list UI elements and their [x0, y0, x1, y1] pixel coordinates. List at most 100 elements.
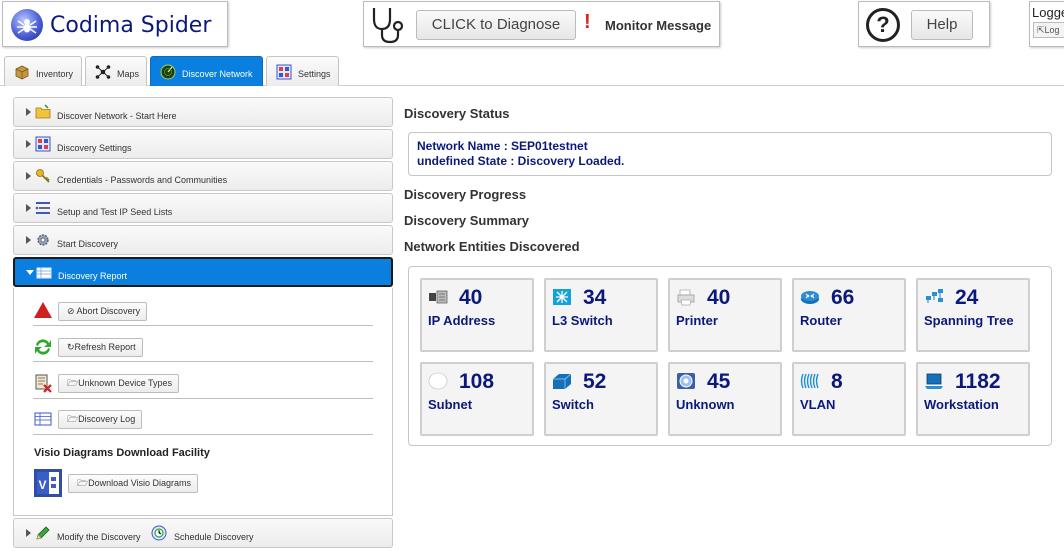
vlan-icon [800, 373, 819, 389]
download-visio-label: Download Visio Diagrams [88, 478, 192, 488]
entity-count: 8 [831, 370, 843, 393]
entity-card-workstation[interactable]: 1182 Workstation [916, 362, 1030, 436]
cancel-circle-icon: ⊘ [67, 306, 77, 316]
entity-count: 34 [583, 286, 607, 309]
entity-card-switch[interactable]: 52 Switch [544, 362, 658, 436]
alert-icon: ! [584, 11, 591, 33]
refresh-report-button[interactable]: ↻Refresh Report [58, 338, 143, 357]
warning-triangle-icon [34, 302, 52, 318]
accordion-credentials[interactable]: Credentials - Passwords and Communities [13, 161, 393, 191]
login-box: Logge ⇱Log [1029, 1, 1064, 47]
switch-icon [553, 373, 572, 389]
tab-settings[interactable]: Settings [266, 56, 339, 86]
list-icon [35, 202, 50, 214]
subnet-icon [428, 372, 448, 390]
discovery-progress-title[interactable]: Discovery Progress [404, 187, 526, 202]
refresh-report-label: Refresh Report [74, 342, 136, 352]
discovery-summary-title[interactable]: Discovery Summary [404, 213, 529, 228]
unknown-device-types-button[interactable]: 🗁Unknown Device Types [58, 374, 180, 393]
abort-discovery-button[interactable]: ⊘ Abort Discovery [58, 302, 148, 321]
download-visio-button[interactable]: 🗁Download Visio Diagrams [68, 474, 199, 493]
entity-card-vlan[interactable]: 8 VLAN [792, 362, 906, 436]
entity-count: 24 [955, 286, 979, 309]
entity-label: IP Address [428, 313, 496, 328]
accordion-discovery-settings[interactable]: Discovery Settings [13, 129, 393, 159]
network-nodes-icon [95, 65, 111, 79]
unknown-device-icon [677, 373, 695, 389]
accordion-discovery-report[interactable]: Discovery Report [13, 257, 393, 287]
entity-count: 108 [459, 370, 495, 393]
accordion-modify-discovery[interactable]: Modify the Discovery Schedule Discovery [13, 518, 393, 548]
entity-card-spanning-tree[interactable]: 24 Spanning Tree [916, 278, 1030, 352]
modify-discovery-label: Modify the Discovery [57, 532, 141, 542]
folder-icon [35, 104, 51, 119]
caret-right-icon [26, 204, 31, 212]
help-box: ? Help [858, 1, 990, 47]
entity-count: 66 [831, 286, 855, 309]
entity-count: 40 [707, 286, 731, 309]
settings-grid-icon [35, 136, 51, 152]
accordion-discover-start[interactable]: Discover Network - Start Here [13, 97, 393, 127]
caret-right-icon [26, 236, 31, 244]
tab-discover-network[interactable]: Discover Network [150, 56, 263, 86]
refresh-arrows-icon [35, 339, 51, 355]
radar-icon [160, 64, 176, 80]
tab-label: Maps [117, 69, 140, 79]
network-entities-title: Network Entities Discovered [404, 239, 580, 254]
network-name-line: Network Name : SEP01testnet [417, 139, 588, 153]
discovery-log-label: Discovery Log [78, 414, 136, 424]
app-title: Codima Spider [50, 13, 212, 38]
divider [33, 398, 373, 399]
unknown-device-types-label: Unknown Device Types [78, 378, 173, 388]
help-icon[interactable]: ? [866, 8, 900, 42]
caret-down-icon [26, 270, 34, 275]
unknown-device-delete-icon [35, 374, 52, 393]
workstation-icon [925, 373, 943, 389]
schedule-discovery-link[interactable]: Schedule Discovery [174, 532, 254, 542]
ip-address-icon [429, 290, 448, 304]
folder-open-icon: 🗁 [67, 378, 79, 388]
entity-card-unknown[interactable]: 45 Unknown [668, 362, 782, 436]
caret-right-icon [26, 140, 31, 148]
logout-button[interactable]: ⇱Log [1033, 22, 1064, 38]
table-icon [36, 267, 52, 279]
entity-count: 1182 [955, 370, 1001, 393]
visio-icon: V [34, 469, 62, 497]
printer-icon [677, 289, 695, 306]
help-button[interactable]: Help [911, 10, 973, 40]
logged-in-label: Logge [1032, 5, 1064, 20]
divider [33, 361, 373, 362]
accordion-seed-lists[interactable]: Setup and Test IP Seed Lists [13, 193, 393, 223]
entity-card-l3-switch[interactable]: 34 L3 Switch [544, 278, 658, 352]
router-icon [801, 291, 819, 304]
box-icon [15, 65, 29, 80]
accordion-label: Discovery Report [58, 271, 128, 281]
accordion-label: Start Discovery [57, 239, 119, 249]
discovery-log-button[interactable]: 🗁Discovery Log [58, 410, 143, 429]
entity-card-router[interactable]: 66 Router [792, 278, 906, 352]
entity-card-subnet[interactable]: 108 Subnet [420, 362, 534, 436]
spider-logo-icon [11, 9, 43, 41]
entity-label: Printer [676, 313, 718, 328]
entity-card-ip-address[interactable]: 40 IP Address [420, 278, 534, 352]
entity-label: Unknown [676, 397, 735, 412]
tab-inventory[interactable]: Inventory [4, 56, 82, 86]
entity-label: Router [800, 313, 842, 328]
discovery-status-title: Discovery Status [404, 106, 510, 121]
diagnose-button[interactable]: CLICK to Diagnose [416, 10, 576, 40]
entity-label: Switch [552, 397, 594, 412]
refresh-icon: ↻ [67, 342, 75, 352]
entity-label: Subnet [428, 397, 473, 412]
entity-label: Spanning Tree [924, 313, 1014, 328]
accordion-start-discovery[interactable]: Start Discovery [13, 225, 393, 255]
schedule-clock-icon[interactable] [151, 525, 167, 541]
entity-card-printer[interactable]: 40 Printer [668, 278, 782, 352]
accordion-label: Discovery Settings [57, 143, 132, 153]
accordion-label: Credentials - Passwords and Communities [57, 175, 228, 185]
stethoscope-icon [372, 8, 404, 44]
app-logo-box: Codima Spider [2, 1, 228, 47]
entity-count: 52 [583, 370, 607, 393]
pencil-icon [36, 526, 50, 540]
tab-maps[interactable]: Maps [85, 56, 147, 86]
monitor-message-link[interactable]: Monitor Message [605, 18, 711, 33]
